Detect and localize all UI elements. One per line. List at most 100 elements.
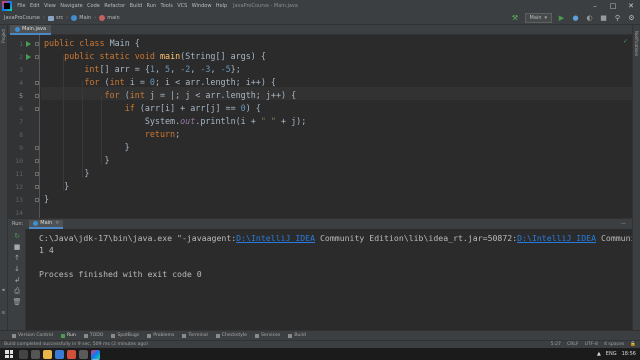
menu-window[interactable]: Window [190,3,214,9]
indent-setting[interactable]: 4 spaces [604,342,624,347]
menu-refactor[interactable]: Refactor [102,3,127,9]
caret-position[interactable]: 5:27 [551,342,561,347]
run-panel-label: Run: [12,221,24,227]
menu-code[interactable]: Code [85,3,102,9]
app-icon[interactable] [79,349,88,359]
rerun-icon[interactable]: ↻ [13,232,21,240]
tool-run[interactable]: Run [60,333,76,338]
code-token: public [44,38,80,48]
project-tool-button[interactable]: Project [1,29,6,43]
file-explorer-icon[interactable] [43,349,52,359]
console-path-link[interactable]: D:\IntelliJ IDEA [236,233,315,243]
tool-services[interactable]: Services [254,333,280,338]
tool-build[interactable]: Build [288,333,306,338]
fold-marker-icon[interactable] [35,159,39,163]
windows-start-icon[interactable] [5,350,13,358]
tool-todo[interactable]: TODO [83,333,103,338]
network-icon[interactable]: ▲ [597,351,601,357]
task-view-icon[interactable] [31,349,40,359]
java-class-icon [15,26,20,32]
search-icon[interactable]: ⚲ [613,14,622,23]
hide-panel-icon[interactable]: — [621,221,626,227]
line-number: 11 [15,170,23,178]
bookmarks-tool-button[interactable]: ⚑ [1,287,6,292]
maximize-icon[interactable]: □ [604,0,622,12]
run-console-output[interactable]: C:\Java\jdk-17\bin\java.exe "-javaagent:… [26,229,632,330]
tool-checkstyle[interactable]: Checkstyle [215,333,247,338]
breadcrumb-src-label: src [55,15,64,21]
code-token: } [44,194,50,204]
stop-icon[interactable]: ■ [599,14,608,23]
close-icon[interactable]: ✕ [622,0,640,12]
tool-problems[interactable]: Problems [147,333,174,338]
build-hammer-icon[interactable]: ⚒ [511,14,520,23]
run-icon[interactable]: ▶ [557,14,566,23]
code-token: }; [230,64,241,74]
run-configuration-select[interactable]: Main ▾ [524,13,552,23]
console-path-link[interactable]: D:\IntelliJ IDEA [517,233,596,243]
language-indicator[interactable]: ENG [606,351,617,357]
class-icon [71,15,78,21]
menu-tools[interactable]: Tools [158,3,175,9]
run-gutter-icon[interactable] [26,54,31,60]
notifications-tool-button[interactable]: Notifications [634,31,639,56]
menu-view[interactable]: View [42,3,58,9]
no-problems-check-icon[interactable]: ✓ [623,38,628,45]
scroll-down-icon[interactable]: ↓ [13,265,21,273]
clock[interactable]: 18:56 [622,351,636,357]
tool-version-control[interactable]: Version Control [12,333,53,338]
tool-spotbugs[interactable]: SpotBugs [111,333,139,338]
breadcrumb-method[interactable]: main [99,15,120,21]
line-separator[interactable]: CRLF [567,342,579,347]
menu-navigate[interactable]: Navigate [58,3,85,9]
menu-edit[interactable]: Edit [28,3,42,9]
edge-browser-icon[interactable] [55,349,64,359]
menu-vcs[interactable]: VCS [175,3,189,9]
close-tab-icon[interactable]: × [55,220,59,226]
lock-icon[interactable]: 🔓 [630,342,636,347]
code-token: void [134,51,160,61]
print-icon[interactable]: ⎙ [13,287,21,295]
scroll-up-icon[interactable]: ↑ [13,254,21,262]
fold-marker-icon[interactable] [35,185,39,189]
tab-main-java[interactable]: Main.java [10,25,52,35]
line-number: 10 [15,157,23,165]
breadcrumb-class[interactable]: Main [71,15,91,21]
fold-marker-icon[interactable] [35,55,39,59]
menu-file[interactable]: File [15,3,28,9]
line-number: 8 [19,131,23,139]
clear-all-icon[interactable]: 🗑 [13,298,22,306]
soft-wrap-icon[interactable]: ↲ [13,276,21,284]
code-editor[interactable]: 1 2 3 4 5 6 7 8 9 10 11 12 13 14 public class Main { … [8,35,632,218]
fold-marker-icon[interactable] [35,42,39,46]
debug-icon[interactable]: ● [571,14,580,23]
intellij-taskbar-icon[interactable] [91,349,100,359]
system-tray: ▲ ENG 18:56 [597,351,636,357]
coverage-icon[interactable]: ◐ [585,14,594,23]
run-gutter-icon[interactable] [26,41,31,47]
run-tab-main[interactable]: Main × [29,219,64,229]
fold-marker-icon[interactable] [35,81,39,85]
status-message[interactable]: Build completed successfully in 9 sec, 5… [4,342,148,347]
search-icon[interactable] [19,349,28,359]
breadcrumb-project[interactable]: JavaProCourse [4,15,40,21]
fold-marker-icon[interactable] [35,107,39,111]
breadcrumb-src[interactable]: src [47,15,64,21]
structure-tool-button[interactable]: ☰ [1,310,6,315]
stop-icon[interactable]: ■ [13,243,21,251]
menu-build[interactable]: Build [127,3,144,9]
menu-help[interactable]: Help [214,3,230,9]
file-encoding[interactable]: UTF-8 [585,342,598,347]
minimize-icon[interactable]: – [586,0,604,12]
menu-run[interactable]: Run [144,3,158,9]
app-icon[interactable] [67,349,76,359]
fold-marker-icon[interactable] [35,94,39,98]
fold-marker-icon[interactable] [35,146,39,150]
fold-marker-icon[interactable] [35,172,39,176]
settings-gear-icon[interactable]: ⚙ [627,14,636,23]
tool-terminal[interactable]: Terminal [182,333,208,338]
code-token: public [64,51,100,61]
fold-marker-icon[interactable] [35,198,39,202]
